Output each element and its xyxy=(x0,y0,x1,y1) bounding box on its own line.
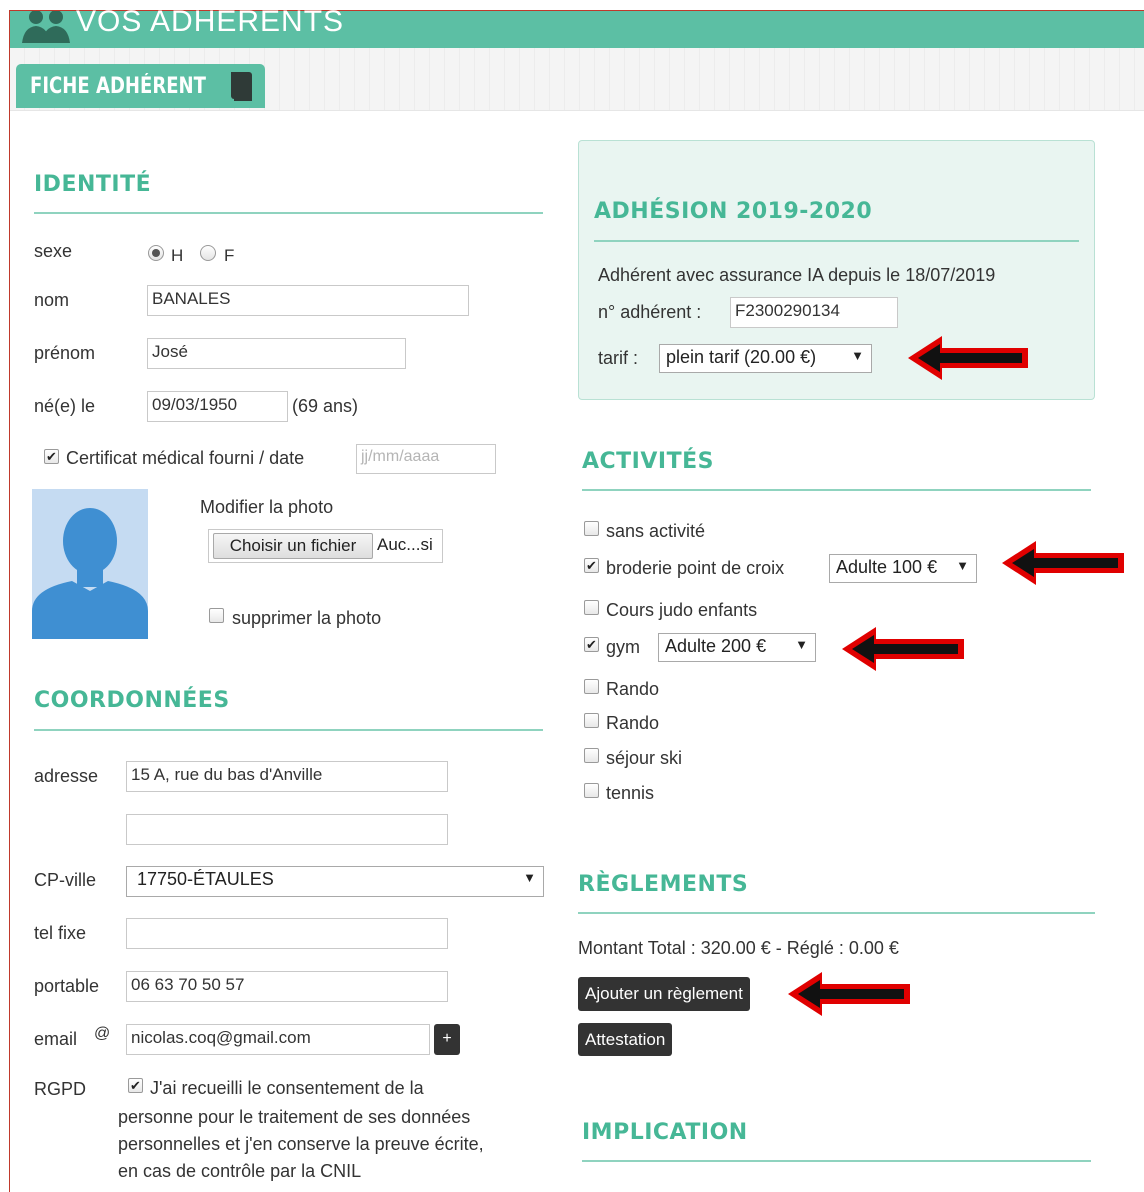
age-text: (69 ans) xyxy=(292,396,359,416)
section-reglements-heading: RÈGLEMENTS xyxy=(578,872,749,897)
divider xyxy=(578,912,1095,914)
rgpd-label: RGPD xyxy=(34,1079,87,1099)
chevron-down-icon: ▼ xyxy=(851,348,864,363)
activite-checkbox[interactable] xyxy=(584,600,599,615)
numero-adherent-label: n° adhérent : xyxy=(598,302,702,322)
adresse-label: adresse xyxy=(34,766,99,786)
arrow-icon xyxy=(1002,541,1124,585)
add-email-button[interactable]: + xyxy=(434,1024,460,1055)
adresse-input[interactable]: 15 A, rue du bas d'Anville xyxy=(126,761,448,792)
activite-label: sans activité xyxy=(606,521,706,541)
rgpd-text-line: personne pour le traitement de ses donné… xyxy=(118,1107,471,1127)
section-identite-heading: IDENTITÉ xyxy=(34,172,152,197)
radio-f-label: F xyxy=(224,246,235,265)
activite-label: séjour ski xyxy=(606,748,683,768)
chevron-down-icon: ▼ xyxy=(795,637,808,652)
montant-total: Montant Total : 320.00 € - Réglé : 0.00 … xyxy=(578,938,899,958)
tel-fixe-label: tel fixe xyxy=(34,923,87,943)
activite-checkbox[interactable] xyxy=(584,521,599,536)
supprimer-photo-checkbox[interactable] xyxy=(209,608,224,623)
chevron-down-icon: ▼ xyxy=(956,558,969,573)
cp-ville-select[interactable]: 17750-ÉTAULES ▼ xyxy=(126,866,544,897)
divider xyxy=(582,1160,1091,1162)
arrow-icon xyxy=(908,336,1028,380)
avatar xyxy=(32,489,148,639)
users-icon xyxy=(18,10,74,48)
activite-tarif-value: Adulte 100 € xyxy=(836,557,938,577)
rgpd-text-line: en cas de contrôle par la CNIL xyxy=(118,1161,362,1181)
activite-checkbox[interactable]: ✔ xyxy=(584,558,599,573)
add-reglement-button[interactable]: Ajouter un règlement xyxy=(578,977,750,1011)
cp-ville-label: CP-ville xyxy=(34,870,97,890)
arrow-icon xyxy=(842,627,964,671)
section-activites-heading: ACTIVITÉS xyxy=(582,449,714,474)
rgpd-text-line: personnelles et j'en conserve la preuve … xyxy=(118,1134,484,1154)
naissance-input[interactable]: 09/03/1950 xyxy=(147,391,288,422)
file-input[interactable]: Choisir un fichier Auc...si xyxy=(208,529,443,563)
divider xyxy=(34,729,543,731)
section-adhesion-heading: ADHÉSION 2019-2020 xyxy=(594,199,873,224)
prenom-label: prénom xyxy=(34,343,96,363)
window-left-border xyxy=(9,10,10,1192)
page-title: VOS ADHERENTS xyxy=(76,5,345,38)
email-input[interactable]: nicolas.coq@gmail.com xyxy=(126,1024,430,1055)
rgpd-checkbox[interactable]: ✔ xyxy=(128,1078,143,1093)
portable-input[interactable]: 06 63 70 50 57 xyxy=(126,971,448,1002)
radio-sexe-h[interactable] xyxy=(148,245,164,261)
tarif-select[interactable]: plein tarif (20.00 €) ▼ xyxy=(659,344,872,373)
certificat-label: Certificat médical fourni / date xyxy=(66,448,305,468)
activite-checkbox[interactable]: ✔ xyxy=(584,637,599,652)
activite-label: Rando xyxy=(606,679,660,699)
app-header: VOS ADHERENTS xyxy=(10,5,1144,49)
activite-checkbox[interactable] xyxy=(584,713,599,728)
rgpd-text-line: J'ai recueilli le consentement de la xyxy=(150,1078,424,1098)
adresse2-input[interactable] xyxy=(126,814,448,845)
modifier-photo-label: Modifier la photo xyxy=(200,497,334,517)
portable-label: portable xyxy=(34,976,100,996)
section-implication-heading: IMPLICATION xyxy=(582,1120,748,1145)
prenom-input[interactable]: José xyxy=(147,338,406,369)
activite-tarif-select[interactable]: Adulte 200 € ▼ xyxy=(658,633,816,662)
tab-fiche-adherent[interactable]: FICHE ADHÉRENT xyxy=(16,64,265,108)
cp-ville-value: 17750-ÉTAULES xyxy=(137,869,274,889)
numero-adherent-input[interactable]: F2300290134 xyxy=(730,297,898,328)
radio-sexe-f[interactable] xyxy=(200,245,216,261)
tarif-value: plein tarif (20.00 €) xyxy=(666,347,817,367)
activite-checkbox[interactable] xyxy=(584,679,599,694)
divider xyxy=(34,212,543,214)
sexe-label: sexe xyxy=(34,241,73,261)
divider xyxy=(582,489,1091,491)
activite-label: Cours judo enfants xyxy=(606,600,758,620)
tel-fixe-input[interactable] xyxy=(126,918,448,949)
certificat-date-input[interactable]: jj/mm/aaaa xyxy=(356,444,496,474)
choose-file-button[interactable]: Choisir un fichier xyxy=(213,533,373,559)
activite-label: gym xyxy=(606,637,641,657)
supprimer-photo-label: supprimer la photo xyxy=(232,608,382,628)
adhesion-info: Adhérent avec assurance IA depuis le 18/… xyxy=(598,265,996,285)
book-icon xyxy=(228,70,256,107)
section-coordonnees-heading: COORDONNÉES xyxy=(34,688,230,713)
chevron-down-icon: ▼ xyxy=(523,870,536,885)
tab-label: FICHE ADHÉRENT xyxy=(30,74,206,99)
at-icon: @ xyxy=(94,1025,111,1042)
nom-label: nom xyxy=(34,290,70,310)
activite-tarif-select[interactable]: Adulte 100 € ▼ xyxy=(829,554,977,583)
activite-tarif-value: Adulte 200 € xyxy=(665,636,767,656)
email-label: email xyxy=(34,1029,78,1049)
activite-label: tennis xyxy=(606,783,655,803)
certificat-checkbox[interactable]: ✔ xyxy=(44,449,59,464)
activite-label: Rando xyxy=(606,713,660,733)
activite-label: broderie point de croix xyxy=(606,558,785,578)
arrow-icon xyxy=(788,972,910,1016)
file-status: Auc...si xyxy=(377,535,433,554)
activite-checkbox[interactable] xyxy=(584,783,599,798)
tarif-label: tarif : xyxy=(598,348,639,368)
radio-h-label: H xyxy=(171,246,184,265)
attestation-button[interactable]: Attestation xyxy=(578,1023,673,1056)
divider xyxy=(594,240,1079,242)
nom-input[interactable]: BANALES xyxy=(147,285,469,316)
naissance-label: né(e) le xyxy=(34,396,96,416)
activite-checkbox[interactable] xyxy=(584,748,599,763)
